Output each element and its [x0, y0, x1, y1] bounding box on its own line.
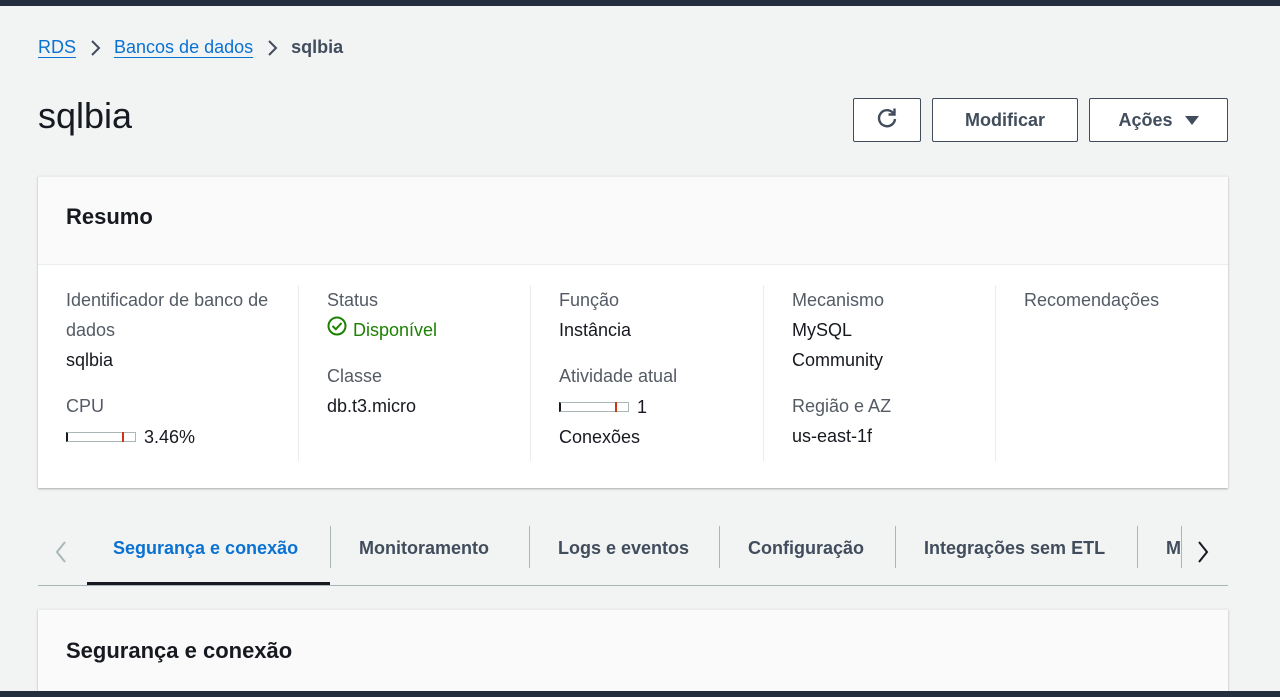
tab-separator: [895, 526, 896, 568]
status-label: Status: [327, 290, 379, 310]
summary-col-identifier: Identificador de banco de dados sqlbia C…: [66, 285, 296, 461]
tab-separator: [719, 526, 720, 568]
engine-value: MySQL Community: [792, 320, 884, 370]
engine-label: Mecanismo: [792, 290, 885, 310]
identifier-label: Identificador de banco de dados: [66, 290, 269, 340]
status-value: Disponível: [353, 320, 438, 340]
tabs-scroll-left-button[interactable]: [46, 536, 76, 572]
top-nav-bar: [0, 0, 1280, 6]
summary-col-role: Função Instância Atividade atual 1 Conex…: [530, 285, 763, 461]
region-value: us-east-1f: [792, 426, 873, 446]
header-actions: Modificar Ações: [853, 98, 1228, 142]
summary-columns: Identificador de banco de dados sqlbia C…: [38, 265, 1228, 489]
tab-separator: [1181, 526, 1182, 568]
summary-col-recommendations: Recomendações: [995, 285, 1228, 461]
class-value: db.t3.micro: [327, 396, 417, 416]
activity-meter-bar: [559, 402, 629, 412]
cpu-value: 3.46%: [144, 427, 196, 447]
breadcrumb-current: sqlbia: [291, 37, 344, 57]
summary-col-status: Status Disponível Classe db.t3.micro: [298, 285, 530, 461]
chevron-right-icon: [1196, 540, 1210, 569]
cpu-meter: 3.46%: [66, 422, 195, 452]
summary-title: Resumo: [66, 204, 153, 229]
cpu-label: CPU: [66, 396, 105, 416]
modify-button[interactable]: Modificar: [932, 98, 1078, 142]
summary-card: Resumo Identificador de banco de dados s…: [38, 176, 1228, 488]
tab-truncated[interactable]: M: [1166, 526, 1180, 570]
tab-security-connection[interactable]: Segurança e conexão: [113, 526, 298, 570]
page-title: sqlbia: [38, 95, 133, 136]
activity-meter: 1: [559, 392, 647, 422]
breadcrumb-link-databases[interactable]: Bancos de dados: [114, 37, 253, 58]
role-label: Função: [559, 290, 620, 310]
cpu-meter-bar: [66, 432, 136, 442]
summary-header: Resumo: [38, 177, 1228, 265]
activity-label: Atividade atual: [559, 366, 678, 386]
tab-bar: Segurança e conexão Monitoramento Logs e…: [38, 522, 1228, 586]
role-value: Instância: [559, 320, 632, 340]
chevron-right-icon: [266, 39, 278, 57]
tab-separator: [1137, 526, 1138, 568]
cpu-meter-threshold: [122, 432, 124, 442]
class-label: Classe: [327, 366, 383, 386]
caret-down-icon: [1184, 110, 1199, 131]
active-tab-indicator: [87, 582, 330, 585]
tab-logs-events[interactable]: Logs e eventos: [558, 526, 689, 570]
chevron-right-icon: [89, 39, 101, 57]
actions-dropdown-button[interactable]: Ações: [1089, 98, 1228, 142]
check-circle-icon: [327, 315, 347, 345]
section-title: Segurança e conexão: [66, 638, 293, 663]
bottom-bar: [0, 691, 1280, 697]
tab-separator: [529, 526, 530, 568]
tab-separator: [330, 526, 331, 568]
security-connection-card: Segurança e conexão: [38, 609, 1228, 697]
region-label: Região e AZ: [792, 396, 892, 416]
activity-unit: Conexões: [559, 427, 641, 447]
refresh-icon: [876, 107, 898, 134]
actions-label: Ações: [1118, 109, 1173, 130]
breadcrumb: RDS Bancos de dados sqlbia: [38, 37, 343, 58]
breadcrumb-link-rds[interactable]: RDS: [38, 37, 76, 58]
refresh-button[interactable]: [853, 98, 921, 142]
summary-col-engine: Mecanismo MySQL Community Região e AZ us…: [763, 285, 996, 461]
tab-configuration[interactable]: Configuração: [748, 526, 864, 570]
recommendations-label: Recomendações: [1024, 290, 1160, 310]
activity-meter-threshold: [615, 402, 617, 412]
chevron-left-icon: [54, 540, 68, 569]
tabs-scroll-right-button[interactable]: [1188, 536, 1218, 572]
identifier-value: sqlbia: [66, 350, 114, 370]
tab-zero-etl-integrations[interactable]: Integrações sem ETL: [924, 526, 1105, 570]
tab-monitoring[interactable]: Monitoramento: [359, 526, 489, 570]
status-badge: Disponível: [327, 315, 437, 345]
activity-value: 1: [637, 397, 648, 417]
